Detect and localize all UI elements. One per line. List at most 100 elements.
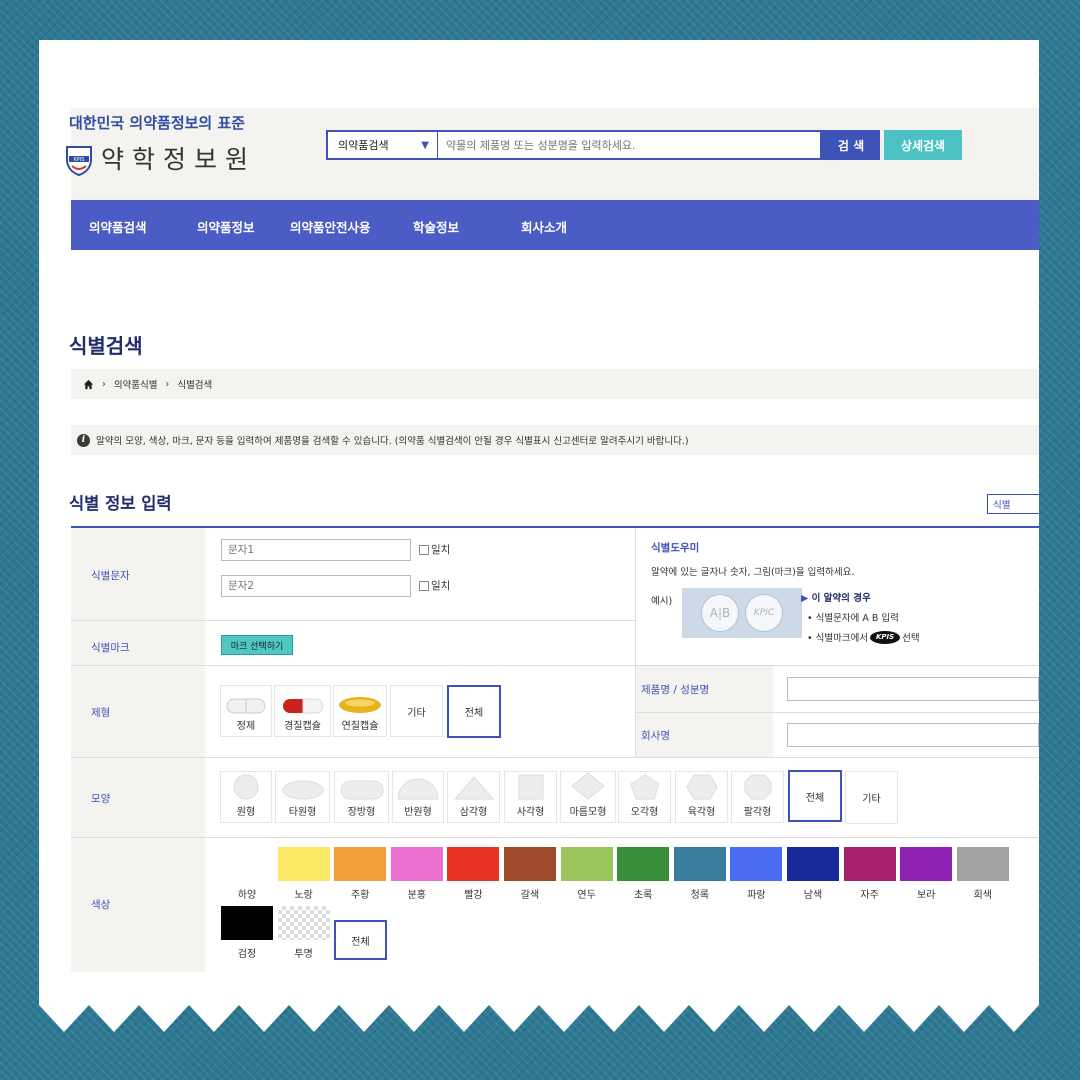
color-option[interactable]: 검정 xyxy=(221,906,273,960)
nav-item-drug-search[interactable]: 의약품검색 xyxy=(89,217,147,236)
form-option-hard-capsule[interactable]: 경질캡슐 xyxy=(274,685,331,737)
select-mark-button[interactable]: 마크 선택하기 xyxy=(221,635,293,655)
shape-option-round[interactable]: 원형 xyxy=(220,771,272,823)
breadcrumb-item[interactable]: 의약품식별 xyxy=(114,377,158,391)
breadcrumb-separator-icon: › xyxy=(165,378,170,390)
form-option-soft-capsule[interactable]: 연질캡슐 xyxy=(333,685,387,737)
color-swatch[interactable] xyxy=(221,847,273,881)
search-input[interactable] xyxy=(438,132,820,158)
info-text: 알약의 모양, 색상, 마크, 문자 등을 입력하여 제품명을 검색할 수 있습… xyxy=(96,436,689,447)
color-swatch[interactable] xyxy=(277,906,330,940)
shape-option-oblong[interactable]: 장방형 xyxy=(334,771,389,823)
row-divider xyxy=(71,665,1039,666)
help-case-text: 이 알약의 경우 xyxy=(811,593,871,604)
color-option[interactable]: 청록 xyxy=(673,847,726,901)
triangle-right-icon: ▶ xyxy=(801,593,809,604)
color-swatch[interactable] xyxy=(900,847,953,881)
oval-shape-icon xyxy=(282,780,323,800)
nav-item-academic[interactable]: 학술정보 xyxy=(413,217,459,236)
imprint2-input[interactable] xyxy=(221,575,411,597)
product-name-input[interactable] xyxy=(787,677,1039,701)
company-name-input[interactable] xyxy=(787,723,1039,747)
color-label: 색상 xyxy=(91,899,111,911)
color-swatch[interactable] xyxy=(221,906,273,940)
color-option[interactable]: 투명 xyxy=(277,906,330,960)
color-option[interactable]: 파랑 xyxy=(730,847,783,901)
form-option-label: 정제 xyxy=(236,721,256,732)
color-option[interactable]: 초록 xyxy=(617,847,670,901)
help-bullet-1: • 식별문자에 A B 입력 xyxy=(807,613,899,624)
help-case-title: ▶ 이 알약의 경우 xyxy=(801,590,871,604)
search-button[interactable]: 검 색 xyxy=(822,130,880,160)
pill-ab-icon: A|B xyxy=(701,594,739,632)
color-option[interactable]: 하양 xyxy=(221,847,273,901)
checkbox-icon[interactable] xyxy=(419,544,429,555)
color-swatch[interactable] xyxy=(843,847,896,881)
color-swatch[interactable] xyxy=(787,847,839,881)
color-option[interactable]: 회색 xyxy=(956,847,1009,901)
advanced-search-button[interactable]: 상세검색 xyxy=(884,130,962,160)
shape-option-rhombus[interactable]: 마름모형 xyxy=(560,771,616,823)
imprint1-input[interactable] xyxy=(221,539,411,561)
kpis-emblem-icon[interactable]: KPIS xyxy=(63,144,95,176)
mark-label: 식별마크 xyxy=(91,642,130,654)
color-swatch[interactable] xyxy=(447,847,500,881)
color-swatch[interactable] xyxy=(730,847,783,881)
shape-option-label: 삼각형 xyxy=(459,807,488,818)
color-option[interactable]: 갈색 xyxy=(504,847,556,901)
page-title: 식별검색 xyxy=(69,334,143,358)
help-example-label: 예시) xyxy=(651,596,673,607)
nav-item-drug-info[interactable]: 의약품정보 xyxy=(197,217,255,236)
nav-item-drug-safety[interactable]: 의약품안전사용 xyxy=(290,217,371,236)
imprint1-exact-checkbox[interactable]: 일치 xyxy=(419,542,450,557)
shape-option-pentagon[interactable]: 오각형 xyxy=(618,771,671,823)
color-swatch[interactable] xyxy=(504,847,556,881)
shape-option-triangle[interactable]: 삼각형 xyxy=(447,771,500,823)
form-option-tablet[interactable]: 정제 xyxy=(220,685,272,737)
color-option[interactable]: 노랑 xyxy=(277,847,330,901)
nav-item-company[interactable]: 회사소개 xyxy=(521,217,567,236)
color-option-all[interactable]: 전체 xyxy=(334,920,387,960)
imprint2-exact-checkbox[interactable]: 일치 xyxy=(419,578,450,593)
breadcrumb-item-current: 식별검색 xyxy=(177,380,213,391)
color-swatch[interactable] xyxy=(560,847,613,881)
color-swatch[interactable] xyxy=(956,847,1009,881)
color-swatch[interactable] xyxy=(617,847,670,881)
help-bullet-2-suffix: 선택 xyxy=(902,633,920,644)
color-swatch[interactable] xyxy=(277,847,330,881)
shape-option-square[interactable]: 사각형 xyxy=(504,771,557,823)
shape-option-octagon[interactable]: 팔각형 xyxy=(731,771,784,823)
color-option[interactable]: 분홍 xyxy=(390,847,443,901)
shape-option-semicircle[interactable]: 반원형 xyxy=(392,771,444,823)
shape-option-label: 육각형 xyxy=(687,807,716,818)
column-divider xyxy=(635,528,636,757)
site-logo-text[interactable]: 약학정보원 xyxy=(101,140,256,176)
section-title: 식별 정보 입력 xyxy=(69,494,172,513)
section-action-button[interactable]: 식별 xyxy=(987,494,1039,514)
shape-option-label: 전체 xyxy=(805,792,825,804)
shape-option-oval[interactable]: 타원형 xyxy=(275,771,330,823)
form-option-other[interactable]: 기타 xyxy=(390,685,443,737)
search-category-select[interactable]: 의약품검색 ▼ xyxy=(328,132,438,158)
shape-option-hexagon[interactable]: 육각형 xyxy=(675,771,728,823)
color-option[interactable]: 연두 xyxy=(560,847,613,901)
color-swatch[interactable] xyxy=(334,847,387,881)
color-swatch[interactable] xyxy=(390,847,443,881)
color-option[interactable]: 자주 xyxy=(843,847,896,901)
home-icon[interactable] xyxy=(83,379,94,390)
color-option-label: 전체 xyxy=(351,936,370,948)
checkbox-icon[interactable] xyxy=(419,580,429,591)
color-option[interactable]: 보라 xyxy=(900,847,953,901)
color-option[interactable]: 주황 xyxy=(334,847,387,901)
shape-option-all[interactable]: 전체 xyxy=(788,770,842,822)
color-option-label: 투명 xyxy=(294,949,313,960)
form-option-all[interactable]: 전체 xyxy=(447,685,501,738)
color-option[interactable]: 남색 xyxy=(787,847,839,901)
color-swatch[interactable] xyxy=(673,847,726,881)
shape-option-other[interactable]: 기타 xyxy=(845,771,898,824)
breadcrumb: › 의약품식별 › 식별검색 xyxy=(71,369,1039,399)
color-option[interactable]: 빨강 xyxy=(447,847,500,901)
exact-match-label: 일치 xyxy=(431,544,451,556)
help-title: 식별도우미 xyxy=(651,542,700,554)
shape-option-label: 장방형 xyxy=(347,807,376,818)
